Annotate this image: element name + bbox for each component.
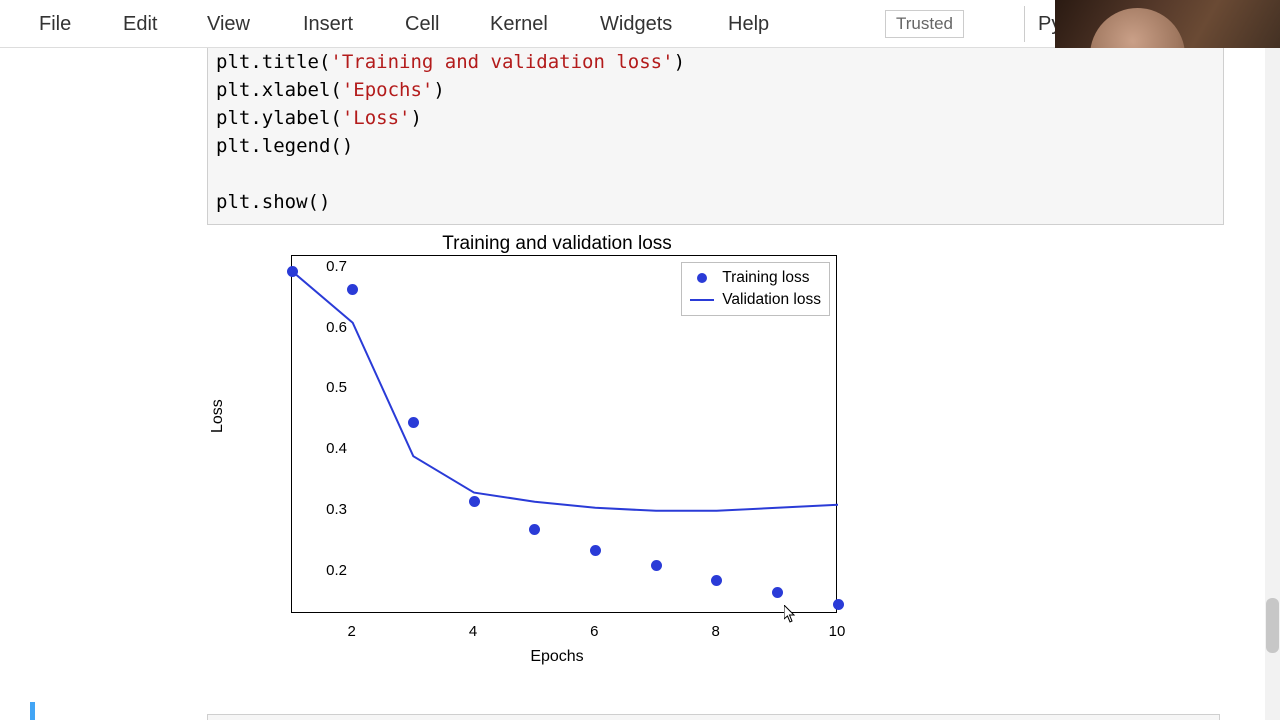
next-cell-input[interactable]	[207, 714, 1220, 720]
code-text[interactable]: plt.title('Training and validation loss'…	[216, 48, 1215, 216]
cell-select-bar	[30, 702, 35, 720]
code-token: plt.ylabel(	[216, 107, 342, 129]
code-token: 'Loss'	[342, 107, 411, 129]
code-token: )	[433, 79, 444, 101]
xtick-label: 6	[579, 623, 609, 640]
code-token: plt.title(	[216, 51, 330, 73]
xtick-label: 10	[822, 623, 852, 640]
legend-label: Validation loss	[722, 291, 821, 309]
training-dot	[772, 587, 783, 598]
xtick-label: 4	[458, 623, 488, 640]
code-token: 'Epochs'	[342, 79, 434, 101]
ytick-label: 0.6	[312, 320, 347, 336]
xtick-label: 8	[701, 623, 731, 640]
ytick-label: 0.2	[312, 563, 347, 579]
menu-cell[interactable]: Cell	[405, 0, 439, 48]
trusted-badge[interactable]: Trusted	[885, 10, 964, 38]
ylabel: Loss	[209, 417, 227, 433]
code-token: plt.show()	[216, 191, 330, 213]
code-token: plt.xlabel(	[216, 79, 342, 101]
kernel-separator	[1024, 6, 1025, 42]
training-dot	[529, 524, 540, 535]
code-token: plt.legend()	[216, 135, 353, 157]
xlabel: Epochs	[207, 648, 907, 666]
legend: Training loss Validation loss	[681, 262, 830, 316]
notebook: plt.title('Training and validation loss'…	[0, 48, 1280, 720]
training-dot	[833, 599, 844, 610]
scroll-thumb[interactable]	[1266, 598, 1279, 653]
legend-item-validation: Validation loss	[690, 289, 821, 311]
legend-item-training: Training loss	[690, 267, 821, 289]
output-figure: Training and validation loss Training lo…	[207, 233, 907, 689]
training-dot	[469, 496, 480, 507]
menu-widgets[interactable]: Widgets	[600, 0, 672, 48]
training-dot	[347, 284, 358, 295]
ytick-label: 0.4	[312, 441, 347, 457]
chart-axes: Training loss Validation loss	[291, 255, 837, 613]
training-dot	[590, 545, 601, 556]
code-token: 'Training and validation loss'	[330, 51, 673, 73]
legend-dot-icon	[690, 273, 714, 283]
chart-title: Training and validation loss	[207, 233, 907, 255]
scrollbar[interactable]	[1265, 48, 1280, 720]
menu-edit[interactable]: Edit	[123, 0, 157, 48]
legend-line-icon	[690, 299, 714, 301]
xtick-label: 2	[337, 623, 367, 640]
code-token: )	[410, 107, 421, 129]
menu-help[interactable]: Help	[728, 0, 769, 48]
next-cell[interactable]	[30, 702, 1242, 720]
code-token: )	[674, 51, 685, 73]
training-dot	[287, 266, 298, 277]
menu-view[interactable]: View	[207, 0, 250, 48]
menu-kernel[interactable]: Kernel	[490, 0, 548, 48]
code-cell[interactable]: plt.title('Training and validation loss'…	[207, 48, 1224, 225]
ytick-label: 0.7	[312, 259, 347, 275]
ytick-label: 0.3	[312, 502, 347, 518]
training-dot	[651, 560, 662, 571]
menu-insert[interactable]: Insert	[303, 0, 353, 48]
ytick-label: 0.5	[312, 380, 347, 396]
menu-file[interactable]: File	[39, 0, 71, 48]
legend-label: Training loss	[722, 269, 809, 287]
